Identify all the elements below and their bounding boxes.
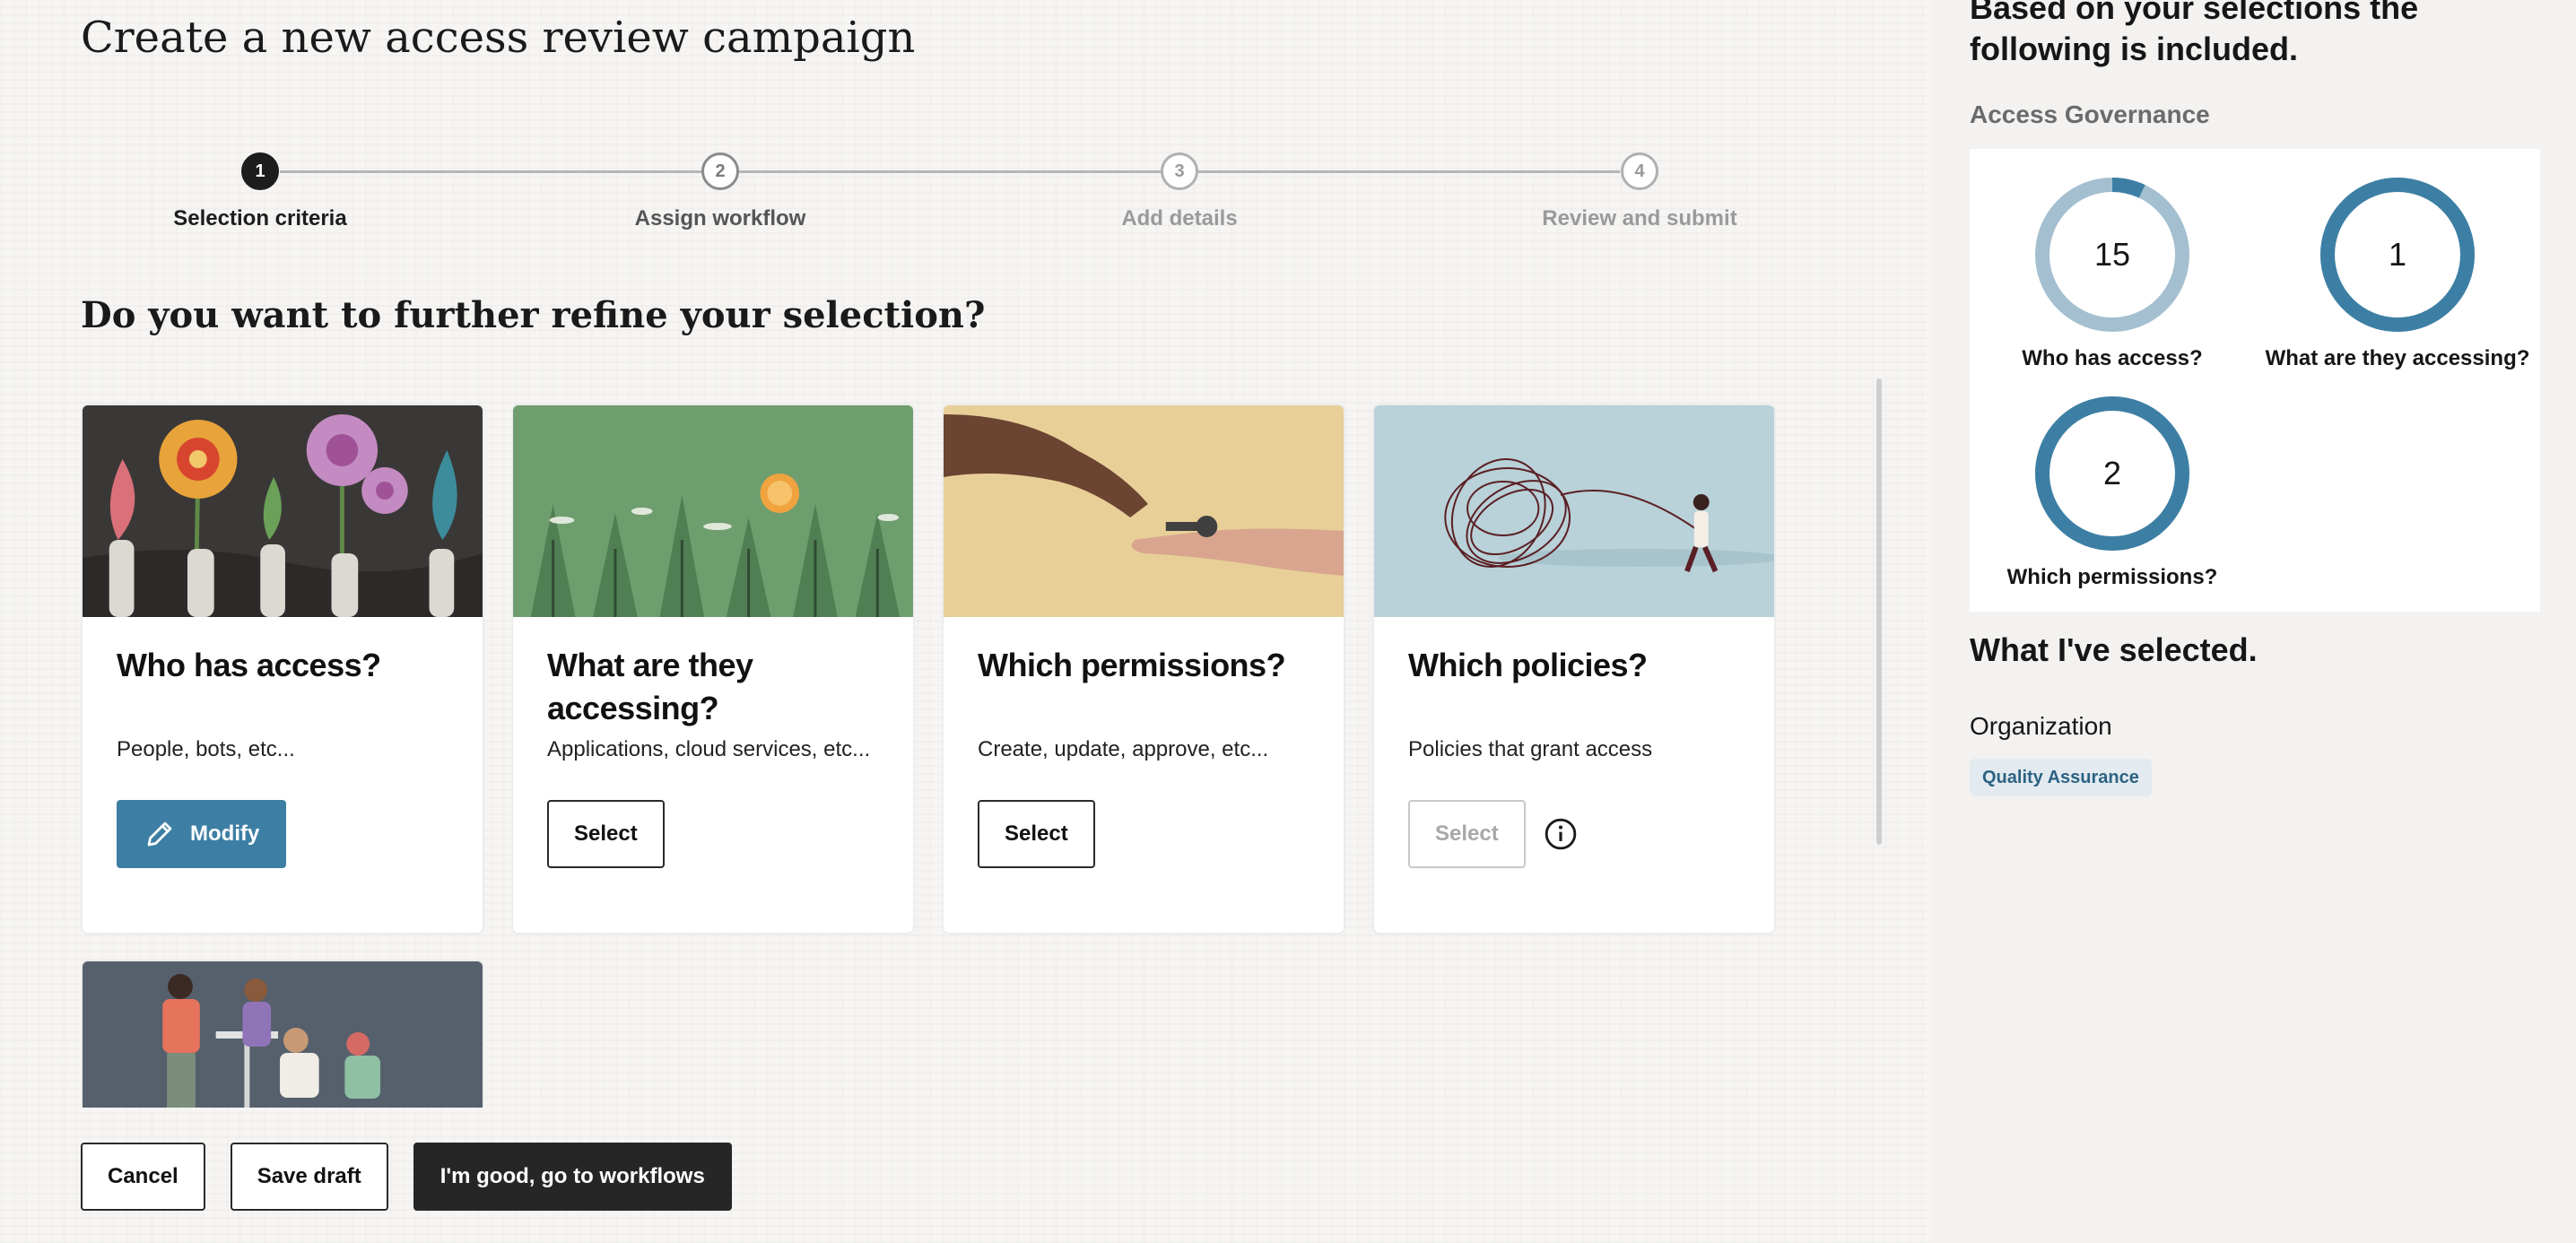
stat-value: 1 [2388, 236, 2407, 273]
card-illustration-key-handoff [944, 405, 1344, 617]
footer-actions: Cancel Save draft I'm good, go to workfl… [81, 1143, 732, 1211]
card-illustration-tangle [1374, 405, 1774, 617]
card-illustration-flowers [83, 405, 483, 617]
select-button-which-policies[interactable]: Select [1408, 800, 1526, 868]
summary-heading: Based on your selections the following i… [1970, 0, 2419, 67]
step-assign-workflow[interactable]: 2 Assign workflow [586, 152, 855, 231]
stat-what-accessing: 1 What are they accessing? [2255, 176, 2540, 371]
step-add-details[interactable]: 3 Add details [1045, 152, 1314, 231]
card-illustration-forest [513, 405, 913, 617]
card-what-accessing: What are they accessing? Applications, c… [511, 404, 915, 934]
progress-stepper: 1 Selection criteria 2 Assign workflow 3… [81, 152, 1812, 251]
card-description: Applications, cloud services, etc... [547, 737, 871, 761]
criteria-cards-area: Who has access? People, bots, etc... Mod… [81, 404, 1866, 1108]
card-who-has-access: Who has access? People, bots, etc... Mod… [81, 404, 484, 934]
save-draft-button[interactable]: Save draft [230, 1143, 388, 1211]
main-content: Create a new access review campaign 1 Se… [0, 0, 1930, 1243]
card-which-policies: Which policies? Policies that grant acce… [1372, 404, 1776, 934]
step-number: 3 [1161, 152, 1198, 190]
step-label: Add details [1121, 206, 1238, 230]
stat-which-permissions: 2 Which permissions? [1970, 395, 2255, 590]
info-icon[interactable] [1544, 817, 1578, 851]
selection-summary-panel: Based on your selections the following i… [1930, 0, 2576, 1243]
pencil-icon [147, 821, 172, 847]
step-number: 1 [241, 152, 279, 190]
organization-badge[interactable]: Quality Assurance [1970, 759, 2152, 796]
stats-box: 15 Who has access? 1 What are they acces… [1970, 149, 2540, 612]
donut-ring: 1 [2319, 176, 2476, 334]
select-button-which-permissions[interactable]: Select [978, 800, 1095, 868]
section-label: Access Governance [1970, 100, 2210, 128]
donut-ring: 2 [2033, 395, 2191, 552]
donut-ring: 15 [2033, 176, 2191, 334]
stat-label: What are they accessing? [2265, 346, 2530, 370]
step-selection-criteria[interactable]: 1 Selection criteria [126, 152, 395, 231]
stat-who-has-access: 15 Who has access? [1970, 176, 2255, 371]
card-illustration-people [83, 961, 483, 1108]
card-description: People, bots, etc... [117, 737, 295, 761]
step-label: Assign workflow [634, 206, 806, 230]
card-title: Which permissions? [978, 647, 1286, 683]
step-review-submit[interactable]: 4 Review and submit [1505, 152, 1774, 231]
card-description: Create, update, approve, etc... [978, 737, 1269, 761]
modify-button[interactable]: Modify [117, 800, 287, 868]
step-label: Review and submit [1542, 206, 1737, 230]
cancel-button[interactable]: Cancel [81, 1143, 205, 1211]
stat-label: Which permissions? [2006, 565, 2218, 589]
card-title: Which policies? [1408, 647, 1648, 683]
card-title: What are they accessing? [547, 647, 753, 726]
step-number: 2 [701, 152, 739, 190]
selected-title: What I've selected. [1970, 631, 2258, 668]
card-title: Who has access? [117, 647, 381, 683]
section-subtitle: Do you want to further refine your selec… [81, 294, 986, 336]
step-label: Selection criteria [173, 206, 347, 230]
scrollbar[interactable] [1876, 378, 1882, 845]
step-number: 4 [1621, 152, 1658, 190]
stat-value: 15 [2093, 236, 2131, 273]
stat-label: Who has access? [2022, 346, 2203, 370]
card-partial [81, 960, 484, 1108]
organization-label: Organization [1970, 712, 2112, 740]
page-title: Create a new access review campaign [81, 13, 916, 63]
select-button-what-accessing[interactable]: Select [547, 800, 665, 868]
stat-value: 2 [2102, 455, 2122, 491]
card-description: Policies that grant access [1408, 737, 1653, 761]
go-to-workflows-button[interactable]: I'm good, go to workflows [413, 1143, 732, 1211]
modify-button-label: Modify [190, 821, 260, 846]
card-which-permissions: Which permissions? Create, update, appro… [942, 404, 1345, 934]
